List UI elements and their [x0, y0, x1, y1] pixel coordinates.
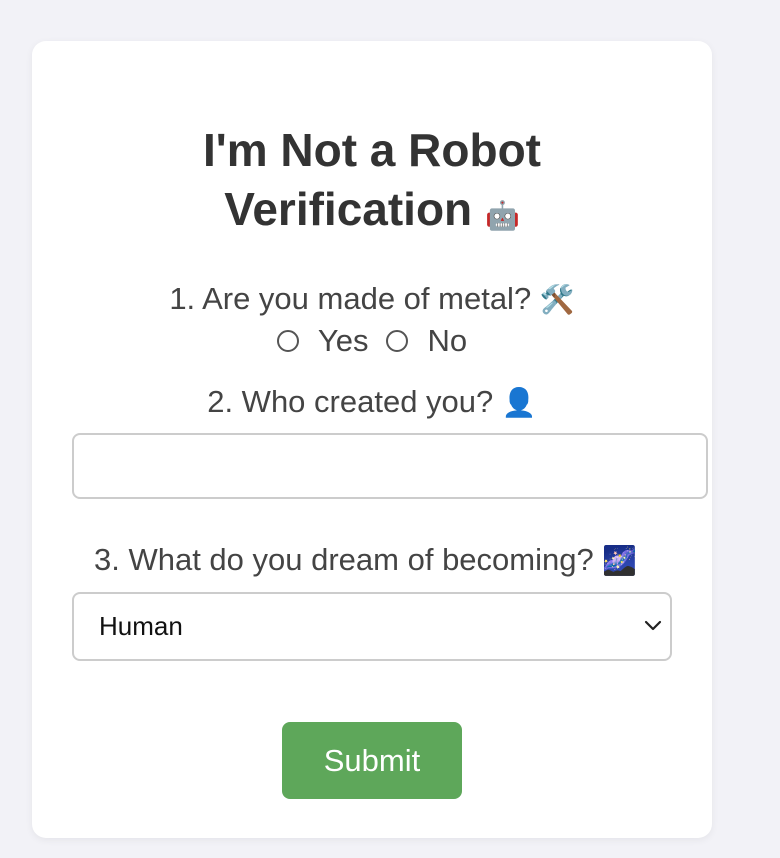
question-2-label: 2. Who created you? 👤: [32, 383, 712, 422]
tools-icon: 🛠️: [539, 284, 575, 315]
robot-icon: 🤖: [484, 200, 520, 231]
radio-yes-option[interactable]: Yes: [276, 322, 369, 360]
verification-card: I'm Not a Robot Verification 🤖 1. Are yo…: [32, 41, 712, 838]
question-3-text: 3. What do you dream of becoming?: [94, 542, 594, 577]
radio-no-label: No: [427, 323, 468, 358]
radio-no-option[interactable]: No: [386, 322, 467, 360]
milky-way-icon: 🌌: [602, 545, 638, 576]
metal-radio-group: Yes No: [32, 322, 712, 360]
question-2-text: 2. Who created you?: [207, 384, 494, 419]
question-1-text: 1. Are you made of metal?: [169, 281, 532, 316]
question-1-label: 1. Are you made of metal? 🛠️: [32, 280, 712, 319]
dream-select[interactable]: Human: [72, 592, 672, 661]
submit-button[interactable]: Submit: [282, 722, 462, 799]
question-3-label: 3. What do you dream of becoming? 🌌: [94, 541, 637, 580]
page-title: I'm Not a Robot Verification 🤖: [32, 121, 712, 245]
dream-select-value: Human: [99, 611, 183, 641]
radio-no[interactable]: [386, 330, 409, 352]
title-line-1: I'm Not a Robot: [202, 124, 541, 176]
person-icon: 👤: [501, 387, 537, 418]
creator-input[interactable]: [72, 433, 708, 499]
title-line-2: Verification: [224, 183, 473, 235]
chevron-down-icon: [644, 620, 662, 631]
radio-yes[interactable]: [276, 330, 299, 352]
radio-yes-label: Yes: [317, 323, 369, 358]
